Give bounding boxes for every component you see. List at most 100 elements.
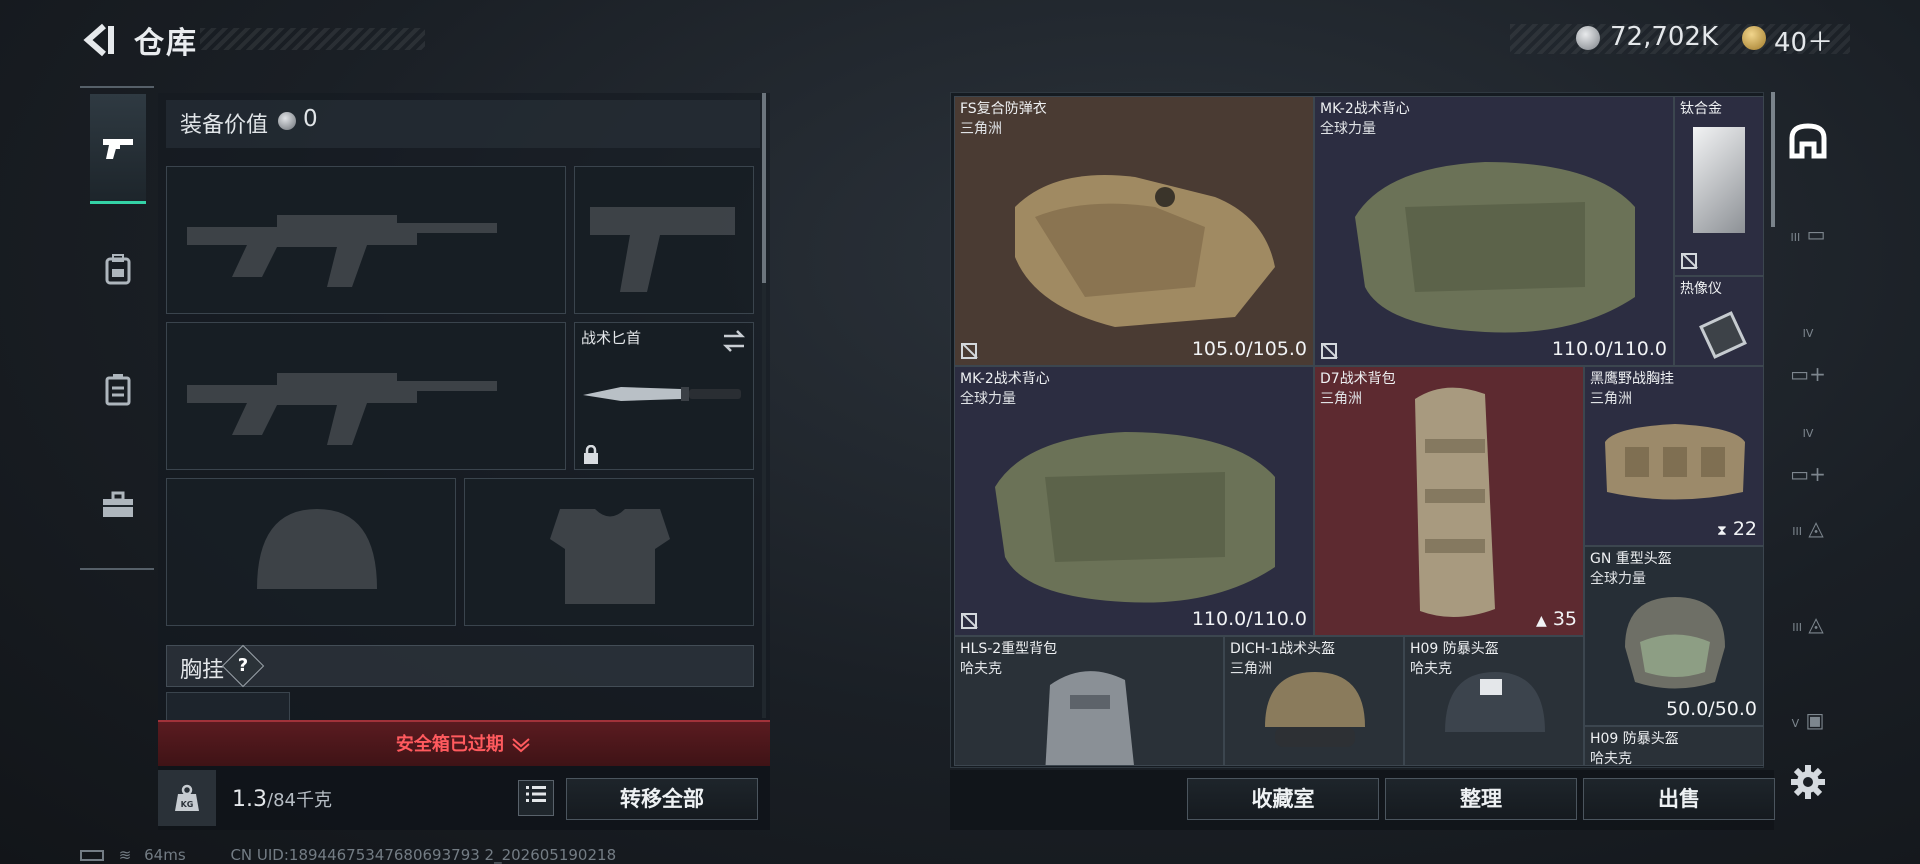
container-tier-label: III: [1792, 525, 1802, 538]
weight-icon-box: KG: [158, 770, 216, 826]
sell-button[interactable]: 出售: [1583, 778, 1775, 820]
status-bar: ≋ 64ms CN UID:18944675347680693793 2_202…: [80, 846, 616, 864]
stash-item[interactable]: 黑鹰野战胸挂 三角洲 ⧗ 22: [1584, 366, 1764, 546]
item-faction: 全球力量: [1320, 121, 1376, 137]
list-icon: [526, 786, 546, 802]
armor-silhouette-icon: [550, 509, 670, 604]
container-tab-1[interactable]: III ▭: [1786, 214, 1830, 254]
gold-coin-icon: [1742, 26, 1766, 50]
item-name: 钛合金: [1680, 101, 1722, 117]
tab-vest[interactable]: [90, 334, 146, 444]
tab-case[interactable]: [90, 450, 146, 560]
settings-button[interactable]: [1790, 764, 1826, 804]
item-faction: 三角洲: [1320, 391, 1362, 407]
body-armor-icon: [1015, 175, 1275, 327]
melee-slot-label: 战术匕首: [581, 329, 642, 347]
chest-rig-label: 胸挂: [180, 658, 225, 683]
back-button[interactable]: [78, 20, 118, 60]
thermal-imager-icon: [1699, 311, 1747, 359]
capacity-value: 22: [1732, 518, 1757, 540]
knife-icon: [583, 387, 741, 401]
item-name: DICH-1战术头盔: [1230, 641, 1336, 657]
item-name: 黑鹰野战胸挂: [1590, 371, 1674, 387]
stash-item[interactable]: HLS-2重型背包 哈夫克: [954, 636, 1224, 766]
item-capacity: ▲ 35: [1536, 608, 1577, 630]
riot-helmet-icon: [1445, 672, 1545, 732]
item-name: FS复合防弹衣: [960, 101, 1047, 117]
armor-slot[interactable]: [464, 478, 754, 626]
transfer-all-button[interactable]: 转移全部: [566, 778, 758, 820]
stash-item[interactable]: H09 防暴头盔 哈夫克: [1404, 636, 1584, 766]
item-capacity: ⧗ 22: [1717, 518, 1757, 540]
item-name: MK-2战术背心: [1320, 101, 1410, 117]
tab-weapons[interactable]: [90, 94, 146, 204]
tab-backpack[interactable]: [90, 214, 146, 324]
weight-icon: KG: [175, 784, 199, 811]
card-case-icon: ▣: [1805, 708, 1825, 732]
tactical-vest-icon: [1355, 162, 1635, 333]
safe-box-expired-text: 安全箱已过期: [158, 730, 770, 756]
rifle-silhouette-icon: [187, 215, 497, 287]
stash-item[interactable]: MK-2战术背心 全球力量 110.0/110.0: [1314, 96, 1674, 366]
primary-weapon-slot[interactable]: [166, 166, 566, 314]
item-durability: 110.0/110.0: [1191, 608, 1307, 630]
stash-item[interactable]: H09 防暴头盔 哈夫克: [1584, 726, 1764, 766]
sort-button[interactable]: 整理: [1385, 778, 1577, 820]
melee-slot[interactable]: 战术匕首: [574, 322, 754, 470]
stash-item[interactable]: FS复合防弹衣 三角洲 105.0/105.0: [954, 96, 1314, 366]
gun-case-icon: ▭: [1806, 222, 1826, 246]
weight-readout: 1.3/84千克: [232, 786, 332, 812]
ping-text: 64ms: [144, 846, 186, 864]
item-faction: 全球力量: [960, 391, 1016, 407]
container-tab-2[interactable]: IV ▭+: [1786, 310, 1830, 386]
wifi-icon: ≋: [118, 846, 132, 864]
titanium-ingot-icon: [1693, 127, 1745, 233]
stash-item[interactable]: DICH-1战术头盔 三角洲: [1224, 636, 1404, 766]
secondary-weapon-slot[interactable]: [166, 322, 566, 470]
lock-icon: [584, 445, 598, 464]
medical-case-icon: ▭+: [1790, 362, 1826, 386]
swap-icon[interactable]: [721, 329, 747, 353]
chevron-left-icon: [83, 23, 114, 57]
item-name: H09 防暴头盔: [1410, 641, 1499, 657]
container-tab-4[interactable]: III ◬: [1786, 508, 1830, 548]
vest-icon: [105, 374, 131, 406]
item-faction: 三角洲: [1590, 391, 1632, 407]
container-tab-3[interactable]: IV ▭+: [1786, 410, 1830, 486]
list-view-button[interactable]: [518, 780, 554, 816]
container-tab-5[interactable]: III ◬: [1786, 604, 1830, 644]
briefcase-icon: [103, 491, 133, 517]
capacity-icon: ▲: [1535, 613, 1547, 629]
stash-home-button[interactable]: [1786, 122, 1830, 162]
loadout-scrollbar-thumb[interactable]: [762, 93, 766, 283]
stash-item[interactable]: MK-2战术背心 全球力量 110.0/110.0: [954, 366, 1314, 636]
item-faction: 哈夫克: [960, 661, 1002, 677]
backpack-icon: [1415, 387, 1495, 618]
pistol-icon: [103, 138, 133, 159]
chest-rig-slot[interactable]: [166, 692, 290, 722]
stash-scrollbar-thumb[interactable]: [1771, 92, 1775, 227]
item-name: 热像仪: [1680, 281, 1722, 297]
item-name: H09 防暴头盔: [1590, 731, 1679, 747]
container-tab-6[interactable]: V ▣: [1786, 700, 1830, 740]
no-trade-icon: [961, 343, 977, 359]
backpack-icon: [1045, 671, 1134, 765]
collection-room-button[interactable]: 收藏室: [1187, 778, 1379, 820]
stash-home-icon: [1789, 123, 1827, 159]
safe-box-expired-label: 安全箱已过期: [395, 734, 504, 755]
rifle-silhouette-icon: [187, 373, 497, 445]
helmet-silhouette-icon: [257, 509, 377, 589]
stash-item[interactable]: GN 重型头盔 全球力量 50.0/50.0: [1584, 546, 1764, 726]
gold-currency-amount[interactable]: 40＋: [1774, 22, 1833, 59]
stash-item[interactable]: 钛合金: [1674, 96, 1764, 276]
pistol-slot[interactable]: [574, 166, 754, 314]
stash-item[interactable]: D7战术背包 三角洲 ▲ 35: [1314, 366, 1584, 636]
no-trade-icon: [961, 613, 977, 629]
item-durability: 110.0/110.0: [1551, 338, 1667, 360]
container-tier-label: IV: [1802, 327, 1814, 340]
uid-text: CN UID:18944675347680693793 2_2026051902…: [230, 846, 617, 864]
silver-currency-amount[interactable]: 72,702K: [1610, 22, 1718, 52]
stash-item[interactable]: 热像仪: [1674, 276, 1764, 366]
page-title: 仓库: [134, 26, 198, 61]
helmet-slot[interactable]: [166, 478, 456, 626]
